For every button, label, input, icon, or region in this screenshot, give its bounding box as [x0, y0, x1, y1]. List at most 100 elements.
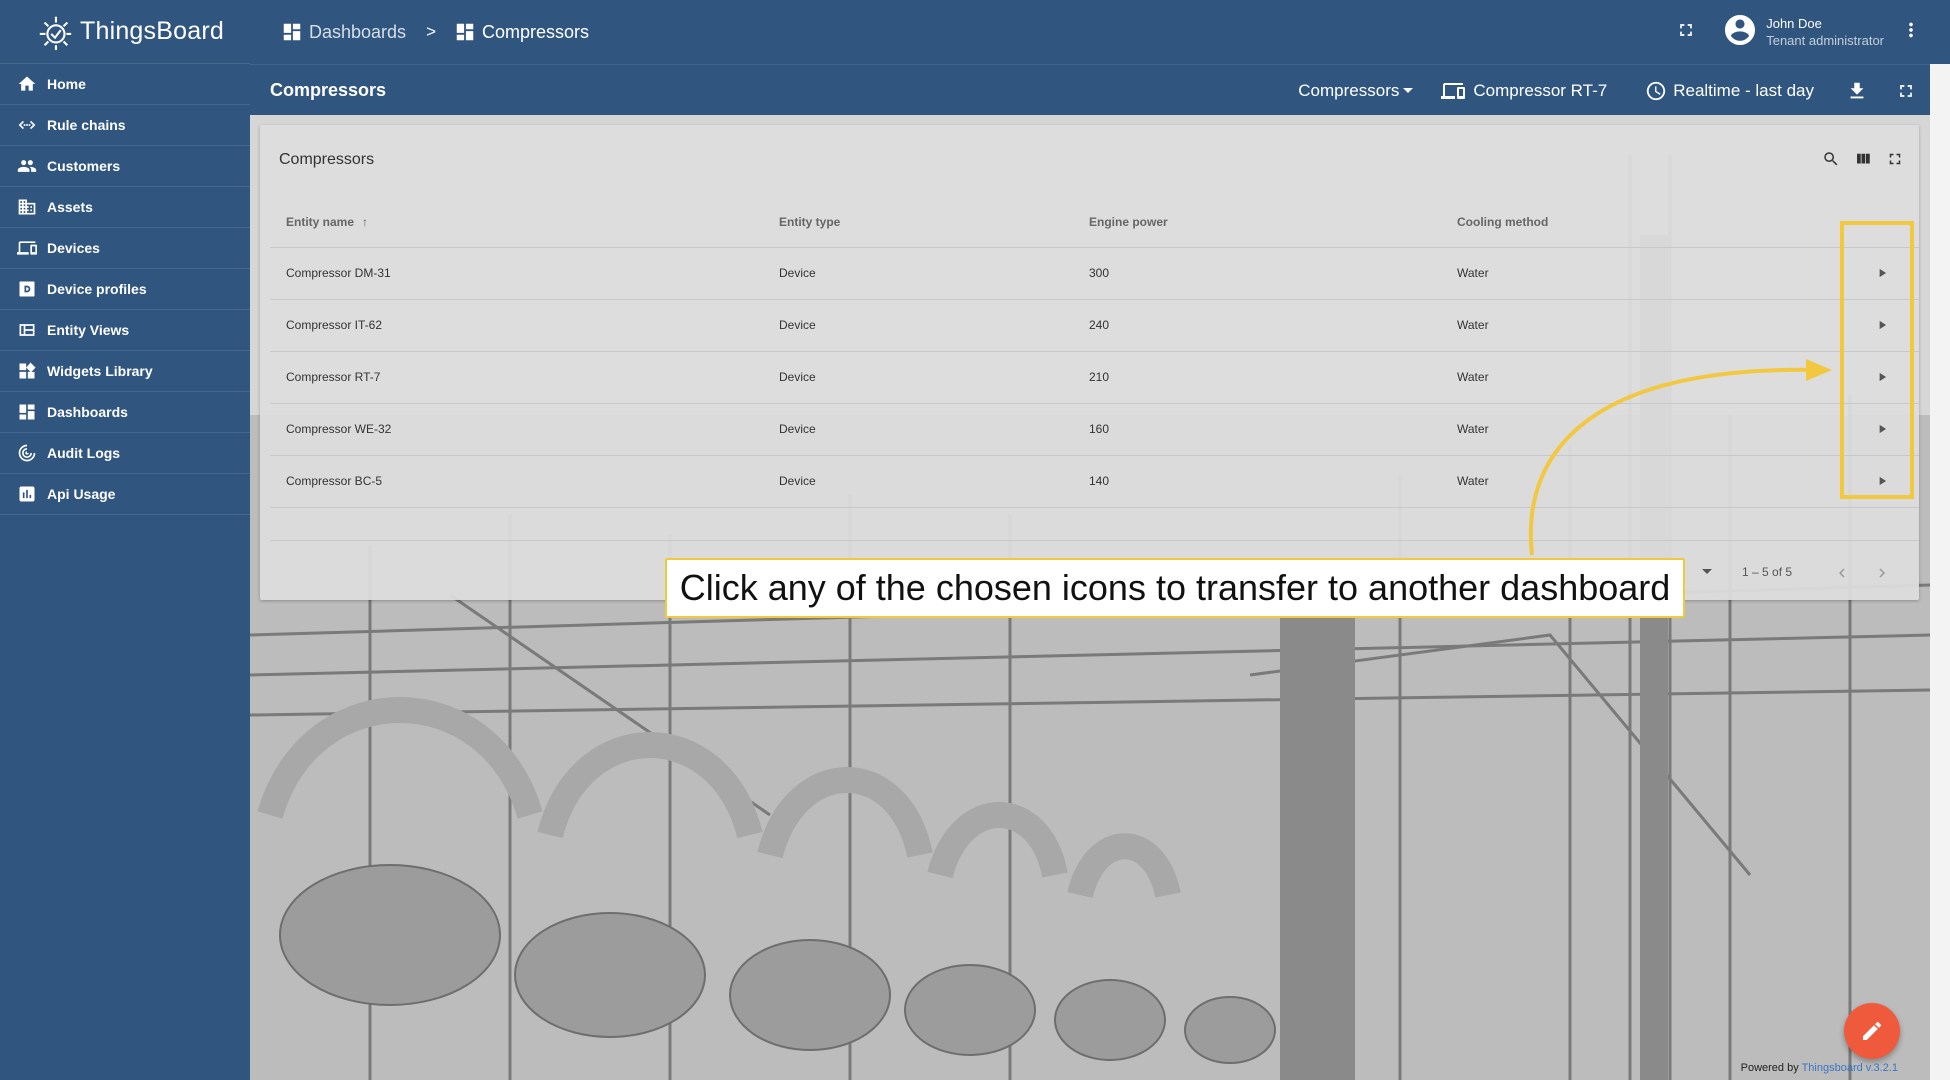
sidebar-item-label: Api Usage: [47, 486, 116, 502]
annotation-arrow: [1528, 359, 1832, 556]
breadcrumb-label: Compressors: [482, 21, 590, 42]
column-header-engine-power[interactable]: Engine power: [1073, 197, 1441, 248]
sidebar-item-label: Assets: [47, 199, 93, 215]
widget-title: Compressors: [279, 151, 375, 168]
clock-icon: [1647, 81, 1666, 100]
sidebar-item-customers[interactable]: Customers: [0, 146, 250, 187]
timewindow-label: Realtime - last day: [1673, 80, 1814, 100]
edit-dashboard-button[interactable]: [1844, 1003, 1900, 1059]
cell-entity-name: Compressor BC-5: [270, 455, 763, 508]
sidebar-item-label: Home: [47, 76, 86, 92]
column-header-entity-name[interactable]: Entity name ↑: [270, 197, 763, 248]
sidebar: ThingsBoard Home Rule chains Customers A…: [0, 0, 250, 1080]
user-info[interactable]: John Doe Tenant administrator: [1766, 15, 1884, 49]
breadcrumb-separator: >: [426, 22, 436, 41]
annotation-callout: Click any of the chosen icons to transfe…: [665, 558, 1685, 618]
audit-logs-icon: [16, 442, 38, 464]
search-icon[interactable]: [1815, 150, 1847, 168]
table-row[interactable]: Compressor IT-62 Device 240 Water: [270, 299, 1919, 352]
widgets-library-icon: [16, 360, 38, 382]
thingsboard-logo-icon: [39, 16, 72, 50]
sidebar-item-label: Customers: [47, 158, 121, 174]
cell-entity-name: Compressor RT-7: [270, 351, 763, 404]
timewindow-button[interactable]: Realtime - last day: [1645, 80, 1814, 102]
cell-engine-power: 160: [1073, 403, 1441, 456]
user-avatar-icon[interactable]: [1722, 12, 1758, 53]
fullscreen-icon[interactable]: [1879, 150, 1911, 168]
widget-tools: [1815, 150, 1911, 168]
column-header-cooling-method[interactable]: Cooling method: [1441, 197, 1826, 248]
columns-icon[interactable]: [1847, 150, 1879, 168]
entity-views-icon: [16, 319, 38, 341]
powered-by: Powered by Thingsboard v.3.2.1: [1741, 1062, 1898, 1074]
breadcrumb-label: Dashboards: [309, 21, 407, 42]
sort-arrow-up-icon: ↑: [362, 214, 369, 229]
sidebar-item-entity-views[interactable]: Entity Views: [0, 310, 250, 351]
dashboards-icon: [456, 23, 474, 41]
cell-entity-type: Device: [763, 247, 1073, 300]
dashboards-icon: [283, 23, 301, 41]
breadcrumb-dashboards[interactable]: Dashboards: [281, 21, 406, 43]
table-header-row: Entity name ↑ Entity type Engine power Co…: [270, 197, 1919, 248]
cell-engine-power: 210: [1073, 351, 1441, 404]
sidebar-item-label: Widgets Library: [47, 363, 153, 379]
dashboard-tools: Compressors Compressor RT-7 Realtime - l…: [1298, 65, 1930, 116]
chevron-right-icon[interactable]: [1870, 561, 1894, 585]
sidebar-item-label: Entity Views: [47, 322, 130, 338]
device-profiles-icon: [16, 278, 38, 300]
app-name: ThingsBoard: [80, 17, 224, 45]
cell-entity-name: Compressor IT-62: [270, 299, 763, 352]
sidebar-item-devices[interactable]: Devices: [0, 228, 250, 269]
state-selector[interactable]: Compressors: [1298, 80, 1414, 101]
cell-engine-power: 300: [1073, 247, 1441, 300]
scrollbar-gutter: [1930, 64, 1950, 1080]
cell-entity-type: Device: [763, 351, 1073, 404]
cell-entity-type: Device: [763, 403, 1073, 456]
powered-by-label: Powered by: [1740, 1062, 1799, 1074]
highlight-frame: [1840, 221, 1914, 499]
user-name: John Doe: [1766, 16, 1822, 31]
cell-engine-power: 140: [1073, 455, 1441, 508]
cell-entity-type: Device: [763, 299, 1073, 352]
sidebar-item-label: Rule chains: [47, 117, 126, 133]
top-header: Dashboards > Compressors John Doe Tenant…: [250, 0, 1950, 64]
sidebar-item-assets[interactable]: Assets: [0, 187, 250, 228]
sidebar-item-widgets-library[interactable]: Widgets Library: [0, 351, 250, 392]
sidebar-item-audit-logs[interactable]: Audit Logs: [0, 433, 250, 474]
devices-icon: [1441, 82, 1466, 99]
sidebar-item-label: Device profiles: [47, 281, 147, 297]
assets-icon: [16, 196, 38, 218]
fullscreen-icon[interactable]: [1896, 81, 1916, 101]
sidebar-item-label: Dashboards: [47, 404, 128, 420]
dashboard-toolbar: Compressors Compressors Compressor RT-7 …: [250, 64, 1930, 115]
page-size-dropdown[interactable]: [1702, 569, 1712, 574]
state-selector-label: Compressors: [1298, 80, 1400, 100]
sidebar-item-device-profiles[interactable]: Device profiles: [0, 269, 250, 310]
table-row[interactable]: Compressor DM-31 Device 300 Water: [270, 247, 1919, 300]
sidebar-item-home[interactable]: Home: [0, 64, 250, 105]
cell-entity-type: Device: [763, 455, 1073, 508]
rule-chains-icon: [16, 114, 38, 136]
customers-icon: [16, 155, 38, 177]
cell-cooling-method: Water: [1441, 299, 1826, 352]
user-role: Tenant administrator: [1766, 33, 1884, 48]
fullscreen-icon[interactable]: [1676, 20, 1700, 44]
entity-alias-label: Compressor RT-7: [1473, 80, 1608, 100]
sidebar-item-dashboards[interactable]: Dashboards: [0, 392, 250, 433]
sidebar-item-api-usage[interactable]: Api Usage: [0, 474, 250, 515]
sidebar-item-label: Devices: [47, 240, 100, 256]
sidebar-item-rule-chains[interactable]: Rule chains: [0, 105, 250, 146]
app-logo[interactable]: ThingsBoard: [0, 0, 250, 64]
breadcrumb-compressors: Compressors: [454, 21, 589, 43]
pencil-icon: [1863, 1022, 1881, 1040]
download-icon[interactable]: [1846, 80, 1868, 102]
sidebar-item-label: Audit Logs: [47, 445, 121, 461]
cell-entity-name: Compressor WE-32: [270, 403, 763, 456]
cell-entity-name: Compressor DM-31: [270, 247, 763, 300]
column-header-entity-type[interactable]: Entity type: [763, 197, 1073, 248]
entity-alias-selector[interactable]: Compressor RT-7: [1441, 79, 1607, 103]
more-vert-icon[interactable]: [1900, 19, 1922, 46]
page-range-label: 1 – 5 of 5: [1742, 565, 1793, 579]
thingsboard-version-link[interactable]: Thingsboard v.3.2.1: [1802, 1062, 1898, 1074]
devices-icon: [16, 237, 38, 259]
